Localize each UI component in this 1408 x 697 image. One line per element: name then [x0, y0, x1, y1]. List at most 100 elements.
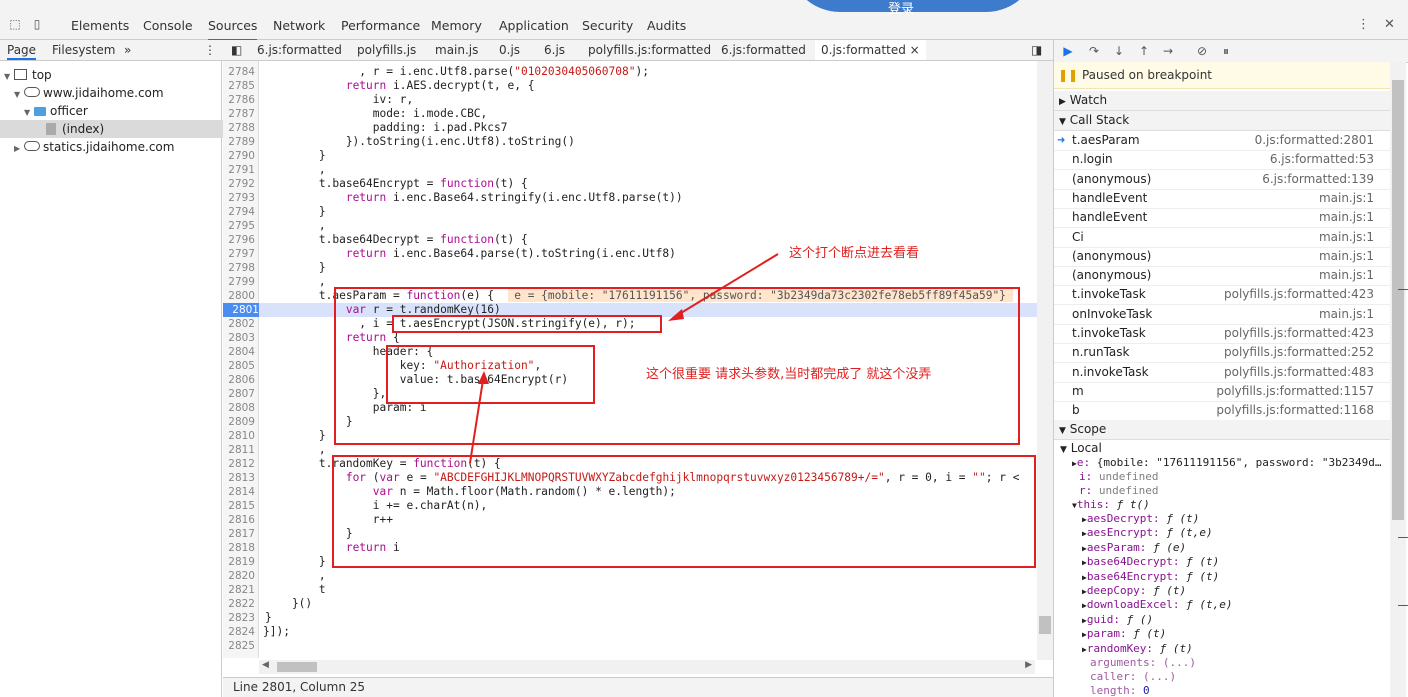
line-number[interactable]: 2791: [223, 163, 255, 177]
file-tab[interactable]: polyfills.js:formatted: [588, 43, 711, 57]
call-frame[interactable]: n.invokeTask polyfills.js:formatted:483: [1054, 363, 1390, 383]
deactivate-breakpoints-icon[interactable]: ⊘: [1194, 43, 1210, 59]
tab-application[interactable]: Application: [499, 17, 569, 39]
line-number[interactable]: 2820: [223, 569, 255, 583]
inspect-element-icon[interactable]: ⬚: [8, 17, 22, 31]
scope-member[interactable]: ▶guid: ƒ (): [1082, 613, 1153, 627]
scope-var-e[interactable]: ▶e: {mobile: "17611191156", password: "3…: [1072, 456, 1381, 470]
navigator-menu-icon[interactable]: ⋮: [204, 43, 216, 57]
line-number[interactable]: 2809: [223, 415, 255, 429]
frame-location[interactable]: main.js:1: [1319, 266, 1374, 285]
tab-sources[interactable]: Sources: [208, 17, 258, 41]
line-number[interactable]: 2808: [223, 401, 255, 415]
frame-location[interactable]: 6.js:formatted:139: [1262, 170, 1374, 189]
scope-arguments[interactable]: arguments: (...): [1090, 656, 1196, 670]
call-frame[interactable]: n.runTask polyfills.js:formatted:252: [1054, 343, 1390, 364]
line-number[interactable]: 2797: [223, 247, 255, 261]
scope-caller[interactable]: caller: (...): [1090, 670, 1176, 684]
scope-member[interactable]: ▶aesParam: ƒ (e): [1082, 541, 1186, 555]
vertical-scrollbar[interactable]: [1037, 61, 1053, 660]
call-frame[interactable]: Ci main.js:1: [1054, 228, 1390, 248]
line-number[interactable]: 2799: [223, 275, 255, 289]
tab-network[interactable]: Network: [273, 17, 325, 39]
tab-elements[interactable]: Elements: [71, 17, 129, 39]
toggle-navigator-icon[interactable]: ◧: [231, 43, 242, 57]
file-tab[interactable]: 6.js:formatted: [257, 43, 342, 57]
tab-filesystem[interactable]: Filesystem: [52, 43, 115, 57]
tree-item-folder[interactable]: ▼ officer: [0, 102, 246, 120]
toggle-debugger-icon[interactable]: ◨: [1031, 43, 1042, 57]
tab-performance[interactable]: Performance: [341, 17, 420, 39]
file-tab[interactable]: 6.js: [544, 43, 565, 57]
line-number[interactable]: 2784: [223, 65, 255, 79]
frame-location[interactable]: polyfills.js:formatted:252: [1224, 343, 1374, 362]
line-number[interactable]: 2796: [223, 233, 255, 247]
tab-console[interactable]: Console: [143, 17, 193, 39]
scope-local[interactable]: ▼ Local: [1060, 441, 1102, 455]
call-frame[interactable]: b polyfills.js:formatted:1168: [1054, 401, 1390, 422]
frame-location[interactable]: main.js:1: [1319, 247, 1374, 266]
line-number[interactable]: 2822: [223, 597, 255, 611]
line-number[interactable]: 2801: [223, 303, 259, 317]
device-toggle-icon[interactable]: ▯: [30, 17, 44, 31]
call-frame[interactable]: ➜ t.aesParam 0.js:formatted:2801: [1054, 131, 1390, 151]
frame-location[interactable]: main.js:1: [1319, 208, 1374, 227]
step-out-icon[interactable]: ↑: [1136, 43, 1152, 59]
more-icon[interactable]: ⋮: [1357, 17, 1370, 32]
file-tab[interactable]: 0.js: [499, 43, 520, 57]
horizontal-scrollbar[interactable]: ◀ ▶: [259, 660, 1035, 674]
scroll-right-icon[interactable]: ▶: [1025, 660, 1032, 670]
frame-location[interactable]: polyfills.js:formatted:423: [1224, 285, 1374, 304]
call-frame[interactable]: handleEvent main.js:1: [1054, 208, 1390, 229]
line-number[interactable]: 2811: [223, 443, 255, 457]
line-number[interactable]: 2790: [223, 149, 255, 163]
watch-section[interactable]: ▶ Watch: [1054, 91, 1390, 111]
call-frame[interactable]: t.invokeTask polyfills.js:formatted:423: [1054, 324, 1390, 344]
line-number[interactable]: 2813: [223, 471, 255, 485]
tab-page[interactable]: Page: [7, 43, 37, 60]
step-over-icon[interactable]: ↷: [1086, 43, 1102, 59]
call-frame[interactable]: n.login 6.js:formatted:53: [1054, 150, 1390, 171]
scope-var-this[interactable]: ▼this: ƒ t(): [1072, 498, 1150, 512]
step-icon[interactable]: →: [1160, 43, 1176, 59]
line-number[interactable]: 2816: [223, 513, 255, 527]
collapse-icon[interactable]: ▶: [14, 140, 24, 158]
sidebar-scrollbar[interactable]: [1390, 62, 1406, 697]
frame-location[interactable]: 6.js:formatted:53: [1270, 150, 1374, 169]
tab-audits[interactable]: Audits: [647, 17, 686, 39]
line-numbers[interactable]: 2784 2785 2786 2787 2788 2789 2790 2791 2792 2793…: [223, 61, 259, 658]
close-icon[interactable]: ✕: [1384, 17, 1395, 32]
file-tab[interactable]: 6.js:formatted: [721, 43, 806, 57]
call-frame[interactable]: (anonymous) main.js:1: [1054, 266, 1390, 287]
line-number[interactable]: 2819: [223, 555, 255, 569]
scroll-thumb[interactable]: [277, 662, 317, 672]
step-into-icon[interactable]: ↓: [1111, 43, 1127, 59]
frame-location[interactable]: main.js:1: [1319, 189, 1374, 208]
frame-location[interactable]: 0.js:formatted:2801: [1255, 131, 1374, 150]
scope-member[interactable]: ▶downloadExcel: ƒ (t,e): [1082, 598, 1233, 612]
pause-exceptions-icon[interactable]: ⏸: [1218, 43, 1234, 59]
line-number[interactable]: 2814: [223, 485, 255, 499]
overflow-icon[interactable]: »: [124, 43, 131, 57]
scope-member[interactable]: ▶base64Encrypt: ƒ (t): [1082, 570, 1219, 584]
scope-section[interactable]: ▼ Scope: [1054, 420, 1390, 440]
line-number[interactable]: 2800: [223, 289, 255, 303]
line-number[interactable]: 2818: [223, 541, 255, 555]
line-number[interactable]: 2824: [223, 625, 255, 639]
scroll-thumb[interactable]: [1039, 616, 1051, 634]
call-frame[interactable]: m polyfills.js:formatted:1157: [1054, 382, 1390, 402]
frame-location[interactable]: main.js:1: [1319, 305, 1374, 324]
file-tab-active[interactable]: 0.js:formatted ×: [815, 40, 926, 60]
call-frame[interactable]: onInvokeTask main.js:1: [1054, 305, 1390, 325]
call-frame[interactable]: (anonymous) main.js:1: [1054, 247, 1390, 267]
line-number[interactable]: 2794: [223, 205, 255, 219]
line-number[interactable]: 2821: [223, 583, 255, 597]
scope-member[interactable]: ▶deepCopy: ƒ (t): [1082, 584, 1186, 598]
line-number[interactable]: 2789: [223, 135, 255, 149]
frame-location[interactable]: polyfills.js:formatted:483: [1224, 363, 1374, 382]
line-number[interactable]: 2815: [223, 499, 255, 513]
close-tab-icon[interactable]: ×: [910, 43, 920, 57]
scope-member[interactable]: ▶param: ƒ (t): [1082, 627, 1166, 641]
line-number[interactable]: 2812: [223, 457, 255, 471]
scroll-left-icon[interactable]: ◀: [262, 660, 269, 670]
